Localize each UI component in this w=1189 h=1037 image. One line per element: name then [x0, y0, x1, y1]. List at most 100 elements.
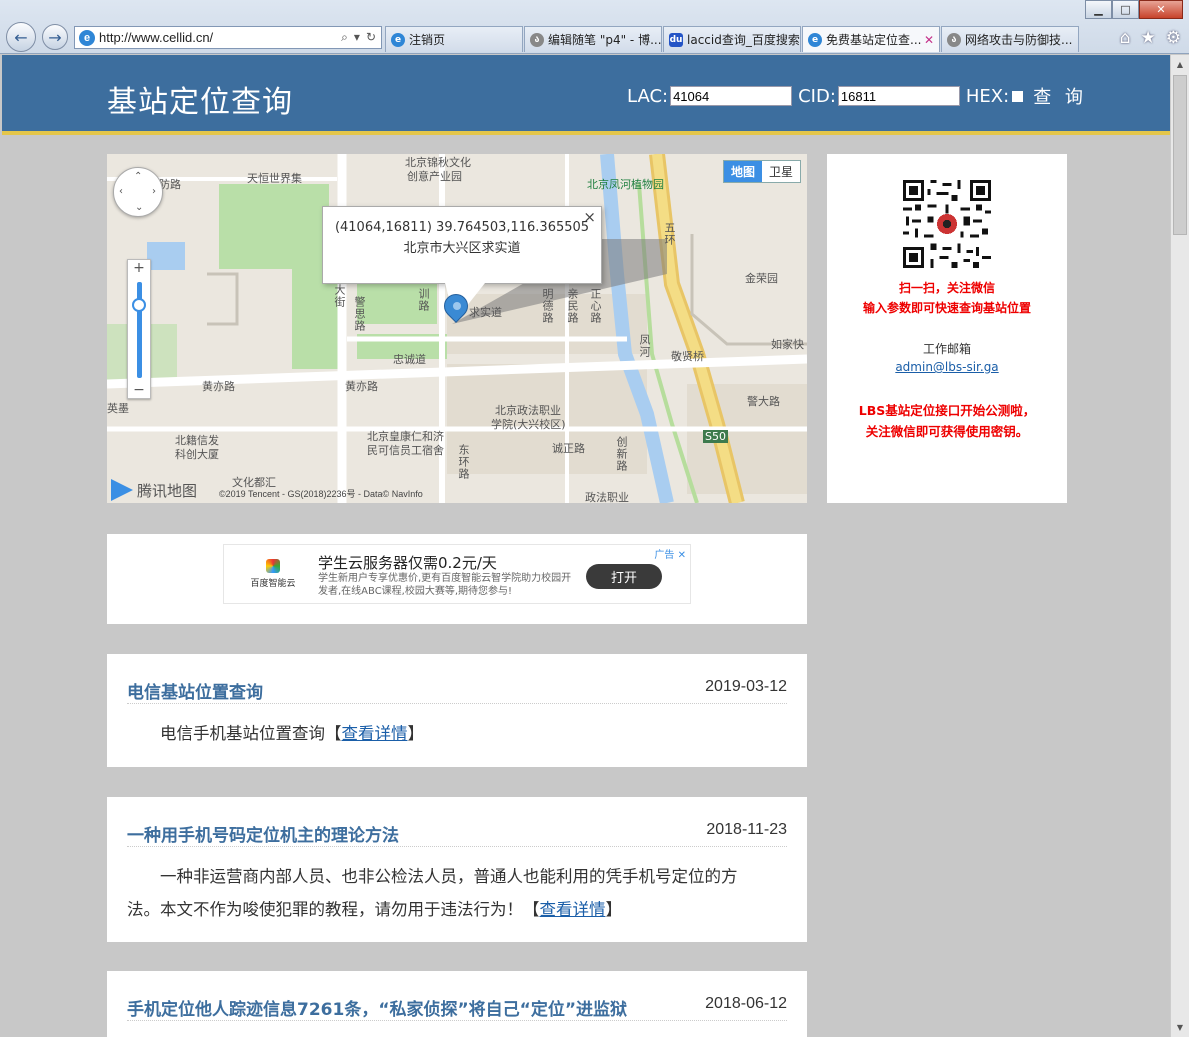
map-label: 警思路 [353, 296, 366, 332]
map-label: 北籍信发 [175, 434, 219, 447]
marker-center [453, 302, 461, 310]
dropdown-icon[interactable]: ▾ [354, 30, 360, 45]
map-label: 政法职业 [585, 491, 629, 503]
gear-icon[interactable]: ⚙ [1166, 28, 1181, 48]
scrollbar-thumb[interactable] [1173, 75, 1187, 235]
tab-logout[interactable]: e 注销页 [385, 26, 523, 52]
location-popup: × (41064,16811) 39.764503,116.365505 北京市… [322, 206, 602, 284]
zoom-out-icon[interactable]: − [128, 382, 150, 398]
pan-left-icon[interactable]: ‹ [119, 186, 123, 197]
tencent-map-logo: 腾讯地图 [111, 479, 197, 501]
ad-tag[interactable]: 广告 ✕ [654, 546, 686, 561]
popup-coordinates: (41064,16811) 39.764503,116.365505 [334, 220, 590, 235]
map-label: 北京政法职业 [495, 404, 561, 417]
forward-arrow-icon[interactable]: → [42, 24, 68, 50]
scroll-up-icon[interactable]: ▲ [1171, 56, 1189, 73]
wechat-qr-code [903, 180, 991, 268]
ie-icon: e [808, 32, 822, 47]
map-label: 黄亦路 [202, 380, 235, 393]
zoom-track[interactable] [137, 282, 142, 378]
zoom-in-icon[interactable]: + [128, 260, 150, 276]
map-label: 忠诚道 [393, 353, 426, 366]
window-controls: ▁ □ ✕ [1085, 0, 1183, 19]
ad-headline[interactable]: 学生云服务器仅需0.2元/天 [318, 552, 497, 573]
pan-down-icon[interactable]: ⌄ [135, 202, 143, 213]
ad-banner[interactable]: 百度智能云 学生云服务器仅需0.2元/天 学生新用户专享优惠价,更有百度智能云智… [223, 544, 691, 604]
map-label: 敬贤桥 [671, 350, 704, 363]
home-icon[interactable]: ⌂ [1120, 28, 1131, 48]
map-label: 北京皇康仁和济 [367, 430, 444, 443]
star-icon[interactable]: ★ [1141, 28, 1156, 48]
map-type-switch: 地图 卫星 [723, 160, 801, 183]
page-scrollbar[interactable]: ▲ ▼ [1170, 55, 1189, 1037]
query-button[interactable]: 查 询 [1033, 83, 1087, 109]
back-arrow-icon[interactable]: ← [6, 22, 36, 52]
map-label: 亲民路 [566, 288, 579, 324]
details-link[interactable]: 查看详情 [540, 900, 606, 919]
logo-text: 腾讯地图 [137, 481, 198, 500]
address-bar[interactable]: e http://www.cellid.cn/ ⌕ ▾ ↻ [74, 26, 382, 49]
scroll-down-icon[interactable]: ▼ [1171, 1019, 1189, 1036]
close-tab-icon[interactable]: ✕ [924, 33, 934, 47]
details-link[interactable]: 查看详情 [342, 724, 408, 743]
map-label: 创意产业园 [407, 170, 462, 183]
pan-up-icon[interactable]: ⌃ [134, 171, 142, 182]
tab-label: 免费基站定位查... [826, 33, 922, 47]
zoom-slider-handle[interactable] [132, 298, 146, 312]
pan-control[interactable]: ⌃ ⌄ ‹ › [113, 167, 163, 217]
satellite-type-button[interactable]: 卫星 [762, 161, 800, 182]
map-label: 明德路 [541, 288, 554, 324]
ie-icon: e [79, 29, 95, 46]
blog-icon: ა [947, 32, 961, 47]
hex-checkbox[interactable] [1012, 90, 1024, 102]
tab-network-attack[interactable]: ა 网络攻击与防御技... [941, 26, 1079, 52]
mail-label: 工作邮箱 [922, 342, 971, 356]
map-label: 金荣园 [745, 272, 778, 285]
scan-instructions: 扫一扫，关注微信 输入参数即可快速查询基站位置 [827, 278, 1067, 318]
article-date: 2018-06-12 [705, 995, 787, 1012]
browser-chrome: ▁ □ ✕ ← → e http://www.cellid.cn/ ⌕ ▾ ↻ … [0, 0, 1189, 54]
map-label: 创新路 [615, 436, 628, 472]
map-label: 黄亦路 [345, 380, 378, 393]
close-popup-icon[interactable]: × [583, 207, 596, 228]
mail-link[interactable]: admin@lbs-sir.ga [827, 360, 1067, 374]
map-label: 如家快 [771, 338, 804, 351]
map-type-button[interactable]: 地图 [724, 161, 762, 182]
api-notice: LBS基站定位接口开始公测啦， 关注微信即可获得使用密钥。 [827, 400, 1067, 442]
map-label: 英墨 [107, 402, 129, 415]
ad-open-button[interactable]: 打开 [586, 564, 662, 589]
notice-line-1: LBS基站定位接口开始公测啦， [858, 403, 1036, 418]
site-header: 基站定位查询 LAC: CID: HEX: 查 询 [2, 55, 1170, 135]
map-view[interactable]: 北京锦秋文化 创意产业园 天恒世界集 防路 北京凤河植物园 五环 金荣园 如家快… [107, 154, 807, 503]
search-icon[interactable]: ⌕ [341, 30, 348, 45]
article-card: 手机定位他人踪迹信息7261条，“私家侦探”将自己“定位”进监狱 2018-06… [107, 971, 807, 1037]
close-window-icon[interactable]: ✕ [1139, 0, 1183, 19]
article-title[interactable]: 电信基站位置查询 [127, 678, 263, 703]
map-label: 民可信员工宿舍 [367, 444, 444, 457]
page-viewport: 基站定位查询 LAC: CID: HEX: 查 询 [2, 55, 1170, 1037]
zoom-control: + − [127, 259, 151, 399]
map-label: 东环路 [457, 444, 470, 480]
article-summary: 一种非运营商内部人员、也非公检法人员，普通人也能利用的凭手机号定位的方法。本文不… [127, 860, 759, 926]
baidu-cloud-logo-icon [266, 559, 280, 573]
address-url[interactable]: http://www.cellid.cn/ [99, 30, 341, 45]
pan-right-icon[interactable]: › [152, 186, 156, 197]
minimize-icon[interactable]: ▁ [1085, 0, 1112, 19]
site-title: 基站定位查询 [107, 85, 293, 120]
tab-baidu-search[interactable]: du laccid查询_百度搜索 [663, 26, 801, 52]
article-title[interactable]: 手机定位他人踪迹信息7261条，“私家侦探”将自己“定位”进监狱 [127, 995, 627, 1020]
hex-label: HEX: [965, 85, 1010, 107]
cid-input[interactable] [837, 86, 960, 106]
refresh-icon[interactable]: ↻ [366, 30, 376, 45]
tab-cellid[interactable]: e 免费基站定位查... ✕ [802, 26, 940, 52]
article-card: 一种用手机号码定位机主的理论方法 2018-11-23 一种非运营商内部人员、也… [107, 797, 807, 942]
ad-container: 百度智能云 学生云服务器仅需0.2元/天 学生新用户专享优惠价,更有百度智能云智… [107, 534, 807, 624]
map-label: S50 [703, 430, 728, 443]
maximize-icon[interactable]: □ [1112, 0, 1139, 19]
close-ad-icon[interactable]: ✕ [678, 550, 686, 561]
tab-blog-edit[interactable]: ა 编辑随笔 "p4" - 博... [524, 26, 662, 52]
lac-input[interactable] [670, 86, 793, 106]
summary-tail: 】 [407, 724, 425, 743]
article-title[interactable]: 一种用手机号码定位机主的理论方法 [127, 821, 399, 846]
lac-label: LAC: [627, 85, 669, 107]
